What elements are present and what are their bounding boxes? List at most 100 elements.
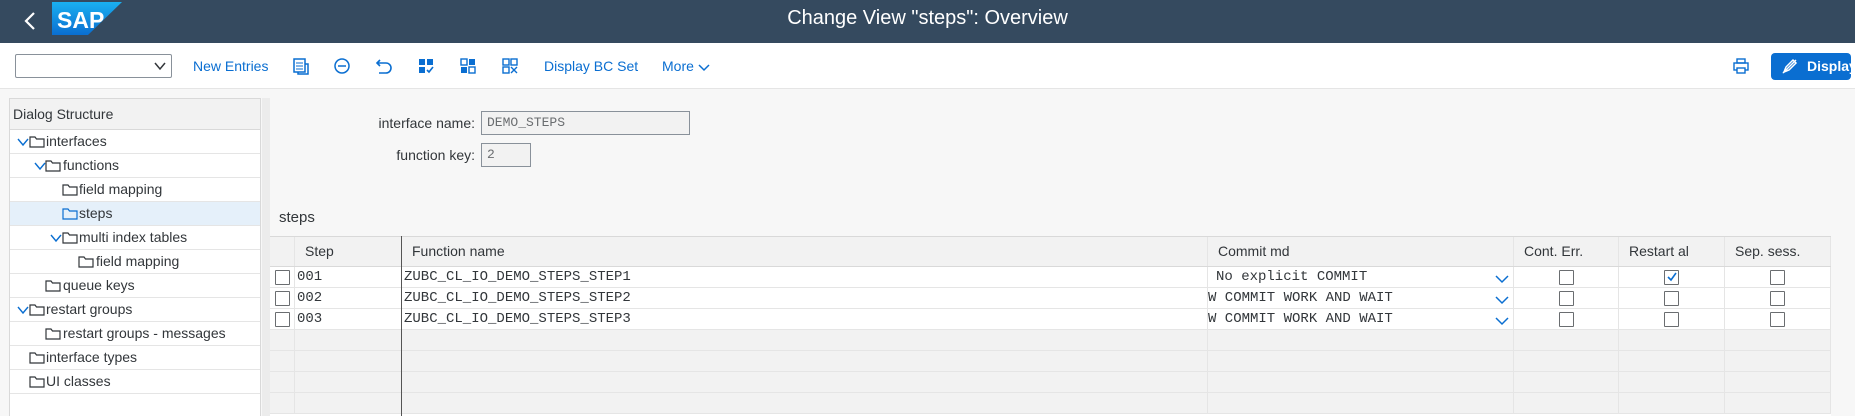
more-label: More	[662, 58, 694, 74]
undo-icon[interactable]	[372, 54, 396, 78]
sep-cell	[1725, 351, 1831, 371]
step-cell: 001	[295, 267, 402, 287]
row-selector-cell	[270, 288, 295, 308]
restart-cell	[1619, 330, 1725, 350]
display-label: Display	[1807, 58, 1855, 74]
page-title: Change View "steps": Overview	[787, 7, 1068, 29]
sep-cell	[1725, 267, 1831, 287]
empty-table-row[interactable]	[270, 351, 1855, 372]
function-name-cell[interactable]: ZUBC_CL_IO_DEMO_STEPS_STEP2	[402, 288, 1208, 308]
copy-icon[interactable]	[289, 54, 313, 78]
interface-name-label: interface name:	[378, 115, 476, 131]
function-name-cell[interactable]: ZUBC_CL_IO_DEMO_STEPS_STEP3	[402, 309, 1208, 329]
commit-mode-cell	[1208, 393, 1514, 413]
tree-node-multi-index-tables[interactable]: multi index tables	[10, 226, 260, 250]
tree-node-interfaces[interactable]: interfaces	[10, 130, 260, 154]
display-button[interactable]: Display	[1771, 53, 1855, 80]
cont-cell	[1514, 330, 1619, 350]
select-block-icon[interactable]	[456, 54, 480, 78]
tree-node-queue-keys[interactable]: queue keys	[10, 274, 260, 298]
interface-name-field[interactable]: DEMO_STEPS	[481, 111, 690, 135]
tree-node-label: functions	[63, 157, 120, 173]
expand-chevron-icon[interactable]	[50, 232, 62, 244]
column-header-cont-err[interactable]: Cont. Err.	[1514, 237, 1619, 266]
display-bc-set-button[interactable]: Display BC Set	[544, 51, 638, 81]
tree-node-restart-groups-messages[interactable]: restart groups - messages	[10, 322, 260, 346]
row-selector-header[interactable]	[270, 237, 295, 266]
expand-chevron-icon[interactable]	[17, 304, 29, 316]
sep-cell	[1725, 393, 1831, 413]
column-header-commit[interactable]: Commit md	[1208, 237, 1514, 266]
checkbox[interactable]	[1770, 291, 1785, 306]
row-select-checkbox[interactable]	[275, 312, 290, 327]
tree-node-steps[interactable]: steps	[10, 202, 260, 226]
cont-cell	[1514, 288, 1619, 308]
commit-mode-dropdown[interactable]: No explicit COMMIT	[1208, 267, 1514, 287]
steps-table: Step Function name Commit md Cont. Err. …	[270, 236, 1855, 416]
sep-cell	[1725, 372, 1831, 392]
function-name-cell[interactable]: ZUBC_CL_IO_DEMO_STEPS_STEP1	[402, 267, 1208, 287]
tree-node-ui-classes[interactable]: UI classes	[10, 370, 260, 394]
commit-mode-cell	[1208, 330, 1514, 350]
deselect-all-icon[interactable]	[498, 54, 522, 78]
new-entries-button[interactable]: New Entries	[193, 51, 268, 81]
checkbox[interactable]	[1770, 270, 1785, 285]
commit-mode-dropdown[interactable]: W COMMIT WORK AND WAIT	[1208, 288, 1514, 308]
folder-icon	[78, 256, 94, 268]
delete-icon[interactable]	[330, 54, 354, 78]
row-select-checkbox[interactable]	[275, 270, 290, 285]
back-icon[interactable]	[18, 8, 44, 34]
tree-node-interface-types[interactable]: interface types	[10, 346, 260, 370]
commit-mode-cell	[1208, 351, 1514, 371]
tree-node-functions[interactable]: functions	[10, 154, 260, 178]
checkbox[interactable]	[1664, 270, 1679, 285]
checkbox[interactable]	[1559, 312, 1574, 327]
function-key-field[interactable]: 2	[481, 143, 531, 167]
commit-mode-dropdown[interactable]: W COMMIT WORK AND WAIT	[1208, 309, 1514, 329]
toolbar: New Entries Display BC Set More Display	[0, 43, 1855, 89]
folder-icon	[45, 328, 61, 340]
step-cell	[295, 372, 402, 392]
column-divider	[401, 236, 402, 416]
command-dropdown[interactable]	[15, 54, 172, 78]
commit-mode-value: No explicit COMMIT	[1216, 269, 1368, 285]
select-all-icon[interactable]	[414, 54, 438, 78]
restart-cell	[1619, 309, 1725, 329]
column-header-function[interactable]: Function name	[402, 237, 1208, 266]
expand-chevron-icon[interactable]	[17, 136, 29, 148]
more-button[interactable]: More	[662, 51, 710, 81]
checkbox[interactable]	[1559, 291, 1574, 306]
column-header-step[interactable]: Step	[295, 237, 402, 266]
step-cell: 003	[295, 309, 402, 329]
cont-cell	[1514, 372, 1619, 392]
tree-node-restart-groups[interactable]: restart groups	[10, 298, 260, 322]
sep-cell	[1725, 288, 1831, 308]
column-header-restart[interactable]: Restart al	[1619, 237, 1725, 266]
step-cell	[295, 393, 402, 413]
table-row[interactable]: 003 ZUBC_CL_IO_DEMO_STEPS_STEP3 W COMMIT W…	[270, 309, 1855, 330]
chevron-down-icon	[1495, 317, 1509, 326]
row-select-checkbox[interactable]	[275, 291, 290, 306]
checkbox[interactable]	[1664, 312, 1679, 327]
table-row[interactable]: 002 ZUBC_CL_IO_DEMO_STEPS_STEP2 W COMMIT W…	[270, 288, 1855, 309]
checkbox[interactable]	[1664, 291, 1679, 306]
empty-table-row[interactable]	[270, 330, 1855, 351]
folder-icon	[29, 304, 45, 316]
column-header-sep-sess[interactable]: Sep. sess.	[1725, 237, 1831, 266]
pane-splitter[interactable]	[262, 98, 270, 416]
empty-table-row[interactable]	[270, 372, 1855, 393]
checkbox[interactable]	[1770, 312, 1785, 327]
function-name-cell	[402, 330, 1208, 350]
tree-node-field-mapping[interactable]: field mapping	[10, 178, 260, 202]
cont-cell	[1514, 309, 1619, 329]
logo-text: SAP	[57, 7, 104, 33]
empty-table-row[interactable]	[270, 393, 1855, 414]
folder-icon	[45, 280, 61, 292]
tree-node-field-mapping-sub[interactable]: field mapping	[10, 250, 260, 274]
tree-node-label: queue keys	[63, 277, 135, 293]
checkbox[interactable]	[1559, 270, 1574, 285]
cont-cell	[1514, 351, 1619, 371]
table-row[interactable]: 001 ZUBC_CL_IO_DEMO_STEPS_STEP1 No explici…	[270, 267, 1855, 288]
print-icon[interactable]	[1729, 54, 1753, 78]
restart-cell	[1619, 288, 1725, 308]
